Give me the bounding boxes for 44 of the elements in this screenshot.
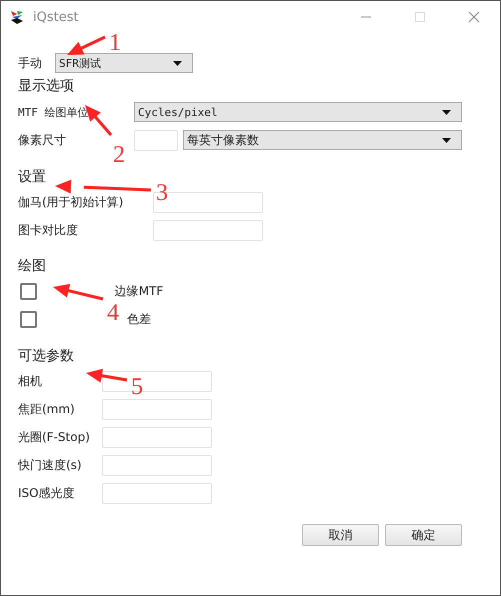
input-field[interactable] — [153, 220, 263, 240]
field-label: 像素尺寸 — [18, 132, 67, 148]
annotation-arrow — [67, 36, 106, 55]
field-label: 手动 — [18, 54, 42, 72]
caret-icon — [173, 60, 182, 66]
unit-dropdown[interactable]: Cycles/pixel — [134, 102, 462, 122]
section-title: 设置 — [18, 168, 47, 186]
input-field[interactable] — [134, 130, 178, 150]
field-label: MTF 绘图单位 — [18, 104, 90, 120]
caret-icon — [442, 110, 451, 114]
annotation-number: 4 — [107, 301, 119, 325]
maximize-icon[interactable] — [414, 11, 426, 23]
annotation-number: 3 — [156, 181, 168, 205]
input-field[interactable] — [102, 482, 212, 504]
app-logo-icon — [9, 9, 25, 25]
checkbox-label: 边缘MTF — [114, 284, 164, 298]
field-label: 光圈(F-Stop) — [18, 428, 91, 446]
field-label: 图卡对比度 — [18, 222, 79, 238]
field-label: 快门速度(s) — [18, 456, 83, 474]
input-field[interactable] — [102, 398, 212, 420]
input-field[interactable] — [102, 426, 212, 448]
section-title: 可选参数 — [18, 347, 75, 365]
annotation-number: 1 — [109, 31, 121, 55]
checkbox[interactable] — [20, 310, 37, 328]
annotation-arrow — [53, 284, 104, 300]
field-label: ISO感光度 — [18, 484, 76, 502]
annotation-number: 2 — [113, 143, 125, 167]
field-label: 相机 — [18, 372, 43, 390]
checkbox-label: 色差 — [127, 312, 151, 326]
field-label: 焦距(mm) — [18, 400, 76, 418]
section-title: 显示选项 — [18, 77, 75, 95]
pixel-unit-dropdown[interactable]: 每英寸像素数 — [183, 130, 462, 150]
checkbox[interactable] — [20, 282, 37, 300]
input-field[interactable] — [102, 454, 212, 476]
annotation-number: 5 — [131, 375, 143, 399]
caret-icon — [442, 138, 451, 142]
section-title: 绘图 — [18, 257, 47, 275]
close-icon[interactable] — [468, 11, 480, 23]
dialog-button[interactable]: 确定 — [385, 524, 462, 546]
dialog-button[interactable]: 取消 — [302, 524, 379, 546]
window-title: iQstest — [33, 10, 79, 24]
field-label: 伽马(用于初始计算) — [18, 194, 124, 210]
annotation-arrow — [86, 368, 128, 383]
mode-dropdown[interactable]: SFR测试 — [55, 53, 193, 73]
